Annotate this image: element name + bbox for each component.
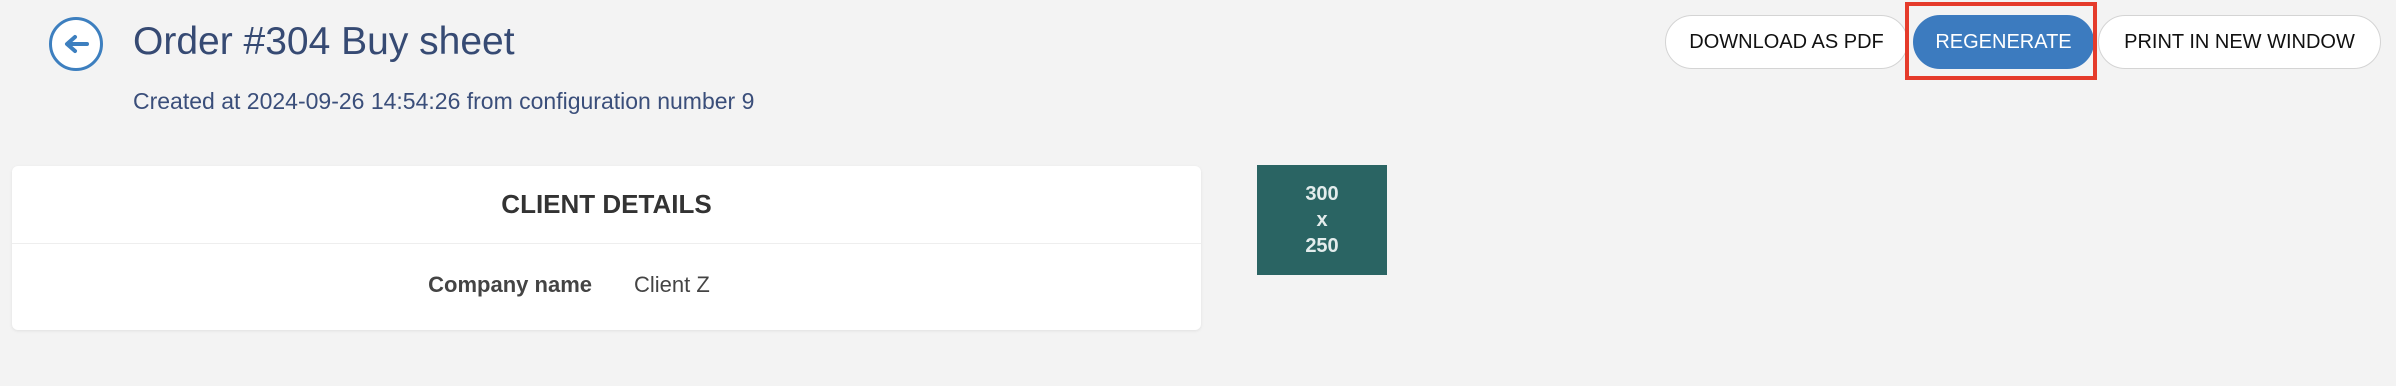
company-name-value: Client Z <box>634 272 710 297</box>
client-details-heading: CLIENT DETAILS <box>12 166 1201 244</box>
regenerate-button[interactable]: REGENERATE <box>1913 15 2094 69</box>
client-details-card: CLIENT DETAILS Company name Client Z <box>12 166 1201 330</box>
arrow-left-icon <box>63 34 89 54</box>
print-new-window-button[interactable]: PRINT IN NEW WINDOW <box>2098 15 2381 69</box>
back-button[interactable] <box>49 17 103 71</box>
download-pdf-button[interactable]: DOWNLOAD AS PDF <box>1665 15 1908 69</box>
page-title: Order #304 Buy sheet <box>133 20 515 63</box>
ad-height-text: 250 <box>1305 235 1339 257</box>
page-subtitle: Created at 2024-09-26 14:54:26 from conf… <box>133 88 755 114</box>
company-name-label: Company name <box>428 272 592 297</box>
ad-placeholder-image: 300 x 250 <box>1257 165 1387 275</box>
ad-separator-text: x <box>1316 209 1328 231</box>
company-name-row: Company name Client Z <box>12 244 1201 330</box>
ad-width-text: 300 <box>1305 183 1339 205</box>
